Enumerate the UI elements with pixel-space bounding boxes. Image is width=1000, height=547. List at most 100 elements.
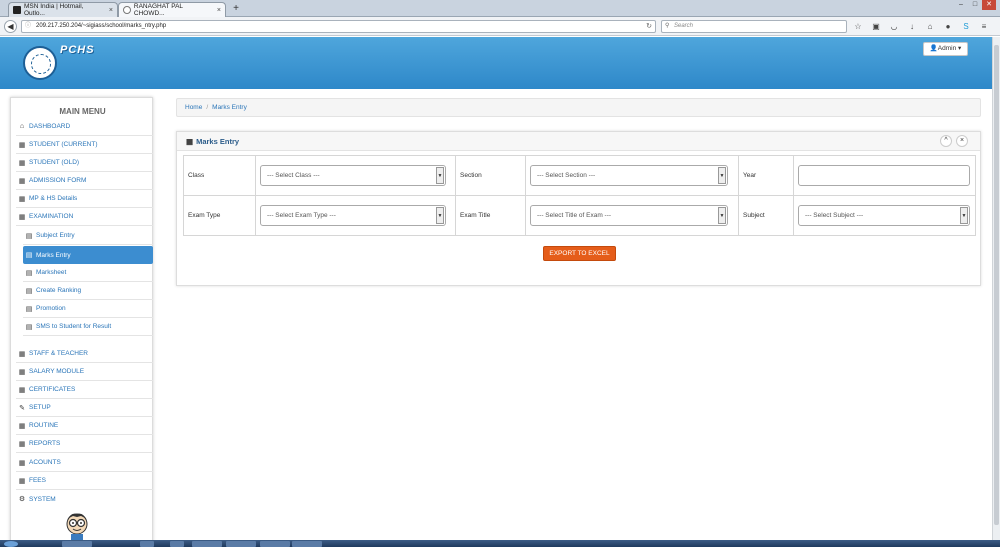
subject-label: Subject [738,195,794,236]
user-icon: 👤 [929,45,938,52]
maximize-icon[interactable]: □ [968,0,982,10]
panel-header: ▦ Marks Entry [177,132,980,151]
list-icon: ▤ [25,305,33,313]
sidebar-item-student-old[interactable]: ▦ STUDENT (OLD) [16,154,153,172]
exam-title-cell: --- Select Title of Exam --- ▼ [525,195,739,236]
taskbar-item[interactable] [260,541,290,547]
sidebar-item-subject-entry[interactable]: ▤ Subject Entry [23,227,153,245]
exam-type-select[interactable]: --- Select Exam Type --- ▼ [260,205,446,226]
brand-name: PCHS [60,44,95,56]
sidebar-item-acounts[interactable]: ▦ ACOUNTS [16,454,153,472]
dropdown-arrow-icon: ▼ [718,207,726,224]
cartoon-mascot-icon [66,513,88,542]
sidebar-item-create-ranking[interactable]: ▤ Create Ranking [23,282,153,300]
sidebar-item-routine[interactable]: ▦ ROUTINE [16,417,153,435]
menu-icon[interactable]: ≡ [977,20,991,33]
bookmark-star-icon[interactable]: ☆ [851,20,865,33]
year-input[interactable] [798,165,970,186]
section-select[interactable]: --- Select Section --- ▼ [530,165,728,186]
class-select[interactable]: --- Select Class --- ▼ [260,165,446,186]
download-icon[interactable]: ↓ [905,20,919,33]
dropdown-arrow-icon: ▼ [718,167,726,184]
collapse-chevron-icon[interactable]: ^ [940,135,952,147]
sidebar-item-mp-hs-details[interactable]: ▦ MP & HS Details [16,190,153,208]
class-select-value: --- Select Class --- [267,172,320,179]
search-input[interactable]: ⚲ Search [661,20,847,33]
sidebar-item-dashboard[interactable]: ⌂ DASHBOARD [16,118,153,136]
wrench-icon: ✎ [19,404,25,412]
pocket-icon[interactable]: ◡ [887,20,901,33]
scrollbar-thumb[interactable] [994,45,999,525]
back-arrow-icon[interactable]: ◀ [4,20,17,33]
taskbar-item[interactable] [170,541,184,547]
taskbar-item[interactable] [192,541,222,547]
taskbar-item[interactable] [292,541,322,547]
sidebar-item-sms-result[interactable]: ▤ SMS to Student for Result [23,318,153,336]
sidebar-item-examination[interactable]: ▦ EXAMINATION [16,208,153,226]
exam-type-cell: --- Select Exam Type --- ▼ [255,195,456,236]
browser-tab-msn[interactable]: MSN India | Hotmail, Outlo... × [8,2,118,17]
app-header: PCHS 👤Admin ▾ [0,37,992,89]
sidebar-item-label: STUDENT (OLD) [29,159,80,166]
skype-icon[interactable]: S [959,20,973,33]
sidebar-item-label: REPORTS [29,440,61,447]
grid-icon: ▦ [18,159,26,167]
sidebar-item-marks-entry[interactable]: ▤ Marks Entry [23,246,153,264]
tab-close-icon[interactable]: × [217,7,221,14]
sidebar-item-label: CERTIFICATES [29,386,76,393]
marks-entry-panel: ▦ Marks Entry ^ × Class --- Select Class … [176,131,981,286]
sidebar-item-label: MP & HS Details [29,195,78,202]
sidebar-item-marksheet[interactable]: ▤ Marksheet [23,264,153,282]
home-icon: ⌂ [19,123,25,130]
panel-close-icon[interactable]: × [956,135,968,147]
menu-title: MAIN MENU [59,107,106,116]
sidebar-item-certificates[interactable]: ▦ CERTIFICATES [16,381,153,399]
main-menu-sidebar: MAIN MENU ⌂ DASHBOARD ▦ STUDENT (CURRENT… [10,97,153,543]
sidebar-item-admission-form[interactable]: ▦ ADMISSION FORM [16,172,153,190]
sidebar-item-salary-module[interactable]: ▦ SALARY MODULE [16,363,153,381]
list-icon: ▤ [25,232,33,240]
year-label: Year [738,155,794,196]
year-cell [793,155,976,196]
sidebar-item-fees[interactable]: ▦ FEES [16,472,153,490]
browser-tab-school[interactable]: RANAGHAT PAL CHOWD... × [118,2,226,17]
exam-title-select[interactable]: --- Select Title of Exam --- ▼ [530,205,728,226]
taskbar-item[interactable] [140,541,154,547]
taskbar-item[interactable] [226,541,256,547]
sidebar-item-label: ROUTINE [29,422,59,429]
globe-favicon-icon [123,6,131,14]
grid-icon: ▦ [18,477,26,485]
subject-select[interactable]: --- Select Subject --- ▼ [798,205,970,226]
taskbar-item[interactable] [62,541,92,547]
admin-dropdown-button[interactable]: 👤Admin ▾ [923,42,968,56]
export-to-excel-button[interactable]: EXPORT TO EXCEL [543,246,616,261]
chat-icon[interactable]: ● [941,20,955,33]
section-cell: --- Select Section --- ▼ [525,155,739,196]
exam-title-select-value: --- Select Title of Exam --- [537,212,612,219]
address-bar[interactable]: ⓘ 209.217.250.204/~sigiass/school/marks_… [21,20,656,33]
sidebar-item-system[interactable]: ⚙ SYSTEM [16,490,153,508]
sidebar-item-setup[interactable]: ✎ SETUP [16,399,153,417]
close-window-icon[interactable]: ✕ [982,0,996,10]
site-info-icon[interactable]: ⓘ [25,21,31,32]
sidebar-item-promotion[interactable]: ▤ Promotion [23,300,153,318]
tab-close-icon[interactable]: × [109,7,113,14]
minimize-icon[interactable]: – [954,0,968,10]
grid-icon: ▦ [18,213,26,221]
sidebar-item-student-current[interactable]: ▦ STUDENT (CURRENT) [16,136,153,154]
breadcrumb: Home / Marks Entry [176,98,981,117]
grid-icon: ▦ [18,386,26,394]
home-icon[interactable]: ⌂ [923,20,937,33]
clipboard-icon[interactable]: ▣ [869,20,883,33]
page-scrollbar[interactable] [992,37,1000,540]
reload-icon[interactable]: ↻ [646,21,652,32]
start-button[interactable] [4,541,18,547]
breadcrumb-home-link[interactable]: Home [185,104,202,111]
list-icon: ▤ [25,287,33,295]
sidebar-item-reports[interactable]: ▦ REPORTS [16,435,153,453]
list-icon: ▤ [25,323,33,331]
school-logo [23,46,57,80]
sidebar-item-staff-teacher[interactable]: ▦ STAFF & TEACHER [16,345,153,363]
sidebar-item-label: Create Ranking [36,287,82,294]
new-tab-button[interactable]: + [230,2,242,15]
